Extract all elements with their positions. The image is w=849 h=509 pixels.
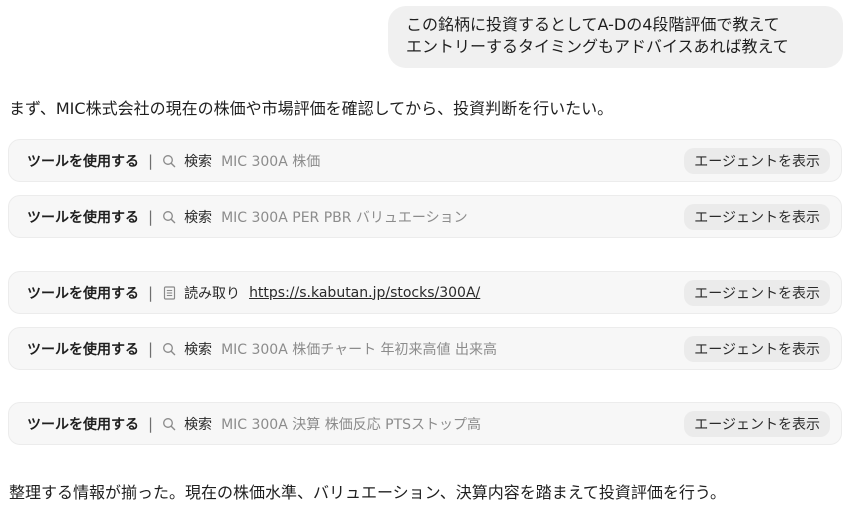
tool-action: 検索 bbox=[184, 341, 213, 358]
tool-query: MIC 300A 株価 bbox=[221, 153, 321, 170]
tool-query: MIC 300A 株価チャート 年初来高値 出来高 bbox=[221, 341, 498, 358]
user-message-bubble: この銘柄に投資するとしてA-Dの4段階評価で教えて エントリーするタイミングもア… bbox=[388, 6, 843, 68]
show-agent-button[interactable]: エージェントを表示 bbox=[684, 279, 830, 306]
show-agent-button[interactable]: エージェントを表示 bbox=[684, 410, 830, 437]
tool-call-label: ツールを使用する bbox=[27, 341, 139, 358]
tool-url-link[interactable]: https://s.kabutan.jp/stocks/300A/ bbox=[249, 285, 480, 301]
separator: | bbox=[148, 283, 154, 302]
assistant-summary-text: 整理する情報が揃った。現在の株価水準、バリュエーション、決算内容を踏まえて投資評… bbox=[9, 483, 726, 502]
assistant-intro-text: まず、MIC株式会社の現在の株価や市場評価を確認してから、投資判断を行いたい。 bbox=[9, 99, 614, 118]
show-agent-button[interactable]: エージェントを表示 bbox=[684, 335, 830, 362]
tool-call-row[interactable]: ツールを使用する | 検索 MIC 300A 決算 株価反応 PTSストップ高 … bbox=[8, 402, 842, 445]
tool-call-row[interactable]: ツールを使用する | 検索 MIC 300A PER PBR バリュエーション … bbox=[8, 195, 842, 238]
show-agent-button[interactable]: エージェントを表示 bbox=[684, 147, 830, 174]
search-icon bbox=[161, 209, 177, 225]
separator: | bbox=[148, 151, 154, 170]
tool-query: MIC 300A PER PBR バリュエーション bbox=[221, 209, 468, 226]
user-message-line-2: エントリーするタイミングもアドバイスあれば教えて bbox=[406, 37, 789, 56]
search-icon bbox=[161, 416, 177, 432]
separator: | bbox=[148, 339, 154, 358]
tool-call-row[interactable]: ツールを使用する | 読み取り https://s.kabutan.jp/sto… bbox=[8, 271, 842, 314]
search-icon bbox=[161, 153, 177, 169]
user-message-line-1: この銘柄に投資するとしてA-Dの4段階評価で教えて bbox=[406, 15, 780, 34]
tool-query: MIC 300A 決算 株価反応 PTSストップ高 bbox=[221, 416, 482, 433]
tool-action: 検索 bbox=[184, 416, 213, 433]
tool-call-label: ツールを使用する bbox=[27, 416, 139, 433]
tool-call-label: ツールを使用する bbox=[27, 153, 139, 170]
separator: | bbox=[148, 207, 154, 226]
separator: | bbox=[148, 414, 154, 433]
tool-call-label: ツールを使用する bbox=[27, 285, 139, 302]
show-agent-button[interactable]: エージェントを表示 bbox=[684, 203, 830, 230]
tool-call-row[interactable]: ツールを使用する | 検索 MIC 300A 株価 エージェントを表示 bbox=[8, 139, 842, 182]
search-icon bbox=[161, 341, 177, 357]
document-icon bbox=[161, 285, 177, 301]
tool-action: 読み取り bbox=[184, 285, 241, 302]
tool-call-row[interactable]: ツールを使用する | 検索 MIC 300A 株価チャート 年初来高値 出来高 … bbox=[8, 327, 842, 370]
tool-call-label: ツールを使用する bbox=[27, 209, 139, 226]
tool-action: 検索 bbox=[184, 209, 213, 226]
tool-action: 検索 bbox=[184, 153, 213, 170]
